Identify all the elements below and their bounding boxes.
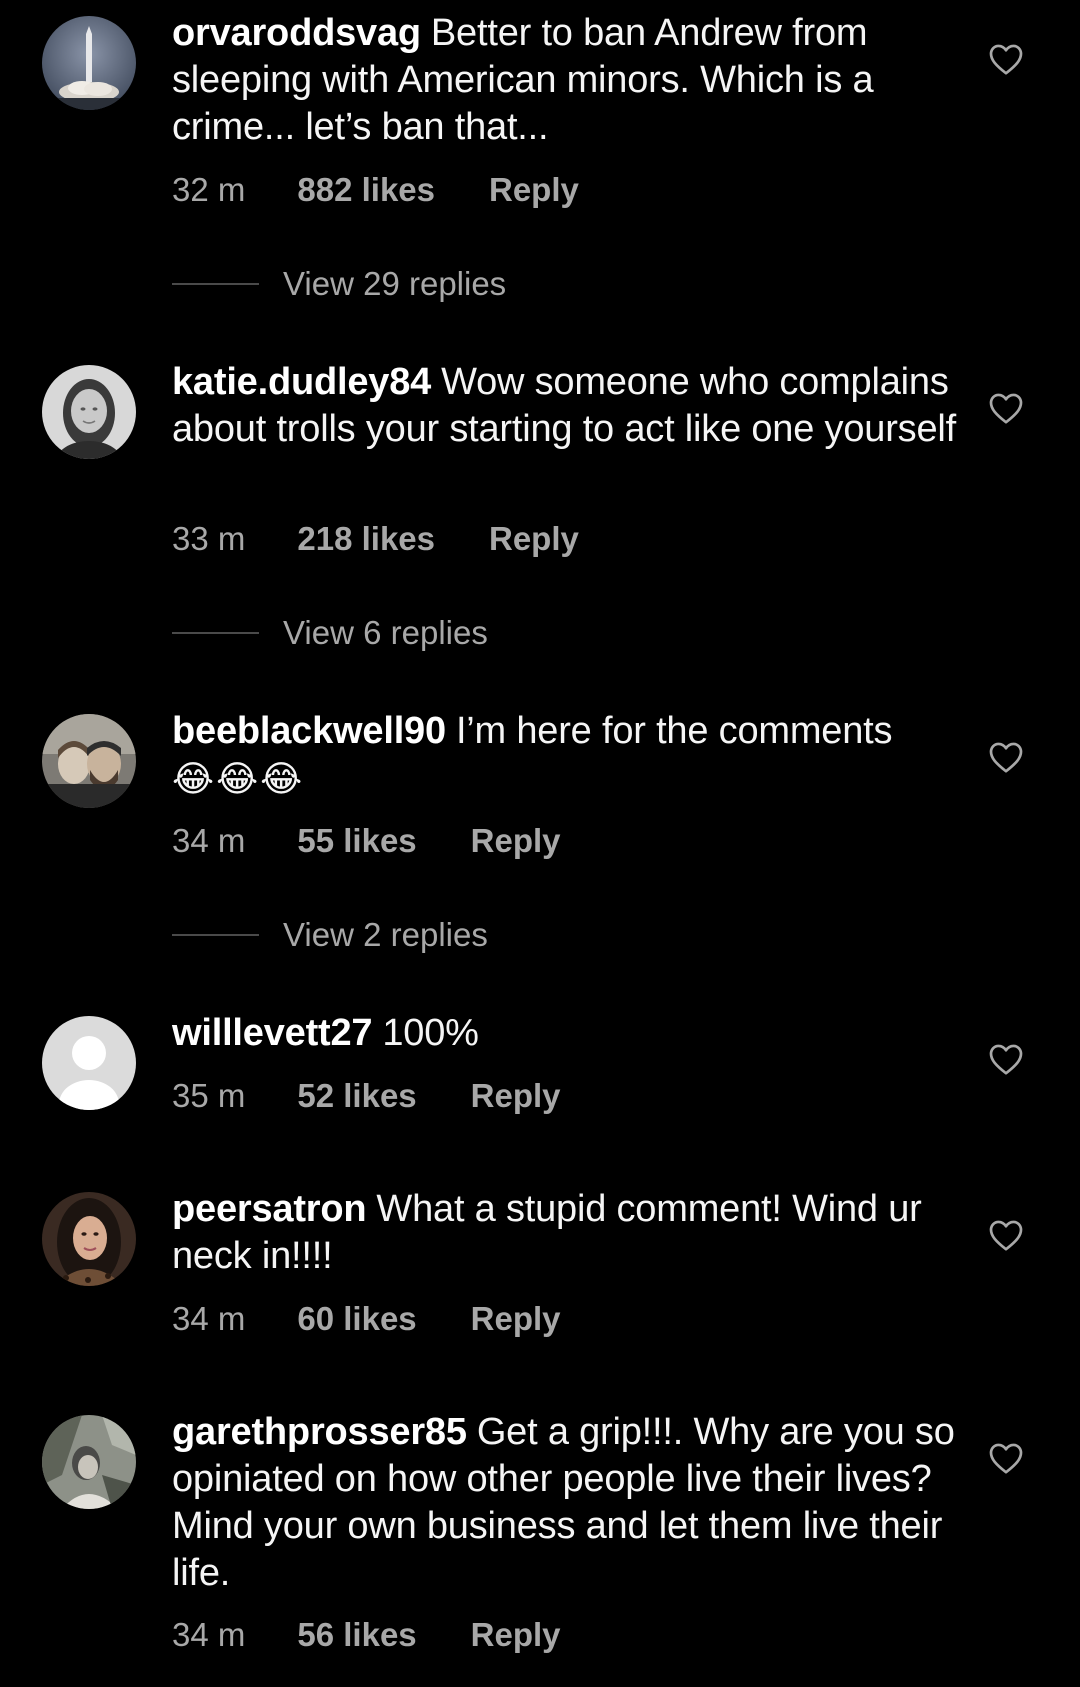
comment-username[interactable]: peersatron <box>172 1188 367 1230</box>
view-replies-label: View 2 replies <box>283 916 488 953</box>
reply-button[interactable]: Reply <box>489 519 579 559</box>
comment-likes[interactable]: 218 likes <box>297 519 435 559</box>
heart-icon[interactable] <box>988 42 1024 76</box>
view-replies-button[interactable]: View 6 replies <box>172 613 488 653</box>
avatar[interactable] <box>42 1016 136 1110</box>
view-replies-label: View 29 replies <box>283 265 507 302</box>
heart-icon[interactable] <box>988 1218 1024 1252</box>
comment-emoji: 😂😂😂 <box>172 758 305 799</box>
comment-likes[interactable]: 52 likes <box>297 1076 416 1116</box>
comment-text: 100% <box>382 1012 479 1054</box>
replies-divider-line <box>172 283 259 286</box>
comment-username[interactable]: beeblackwell90 <box>172 710 446 752</box>
comment-time: 34 m <box>172 822 246 859</box>
comment-likes[interactable]: 56 likes <box>297 1615 416 1655</box>
avatar[interactable] <box>42 714 136 808</box>
heart-icon[interactable] <box>988 1441 1024 1475</box>
avatar[interactable] <box>42 16 136 110</box>
comment-likes[interactable]: 55 likes <box>297 821 416 861</box>
avatar[interactable] <box>42 1192 136 1286</box>
comment-username[interactable]: katie.dudley84 <box>172 361 431 403</box>
comment-time: 33 m <box>172 520 246 557</box>
reply-button[interactable]: Reply <box>471 1299 561 1339</box>
comment-time: 35 m <box>172 1077 246 1114</box>
comment-time: 34 m <box>172 1616 246 1653</box>
comment-time: 32 m <box>172 171 246 208</box>
reply-button[interactable]: Reply <box>489 170 579 210</box>
comment-time: 34 m <box>172 1300 246 1337</box>
reply-button[interactable]: Reply <box>471 1076 561 1116</box>
comment-likes[interactable]: 882 likes <box>297 170 435 210</box>
view-replies-button[interactable]: View 29 replies <box>172 264 506 304</box>
replies-divider-line <box>172 632 259 635</box>
comment-username[interactable]: willlevett27 <box>172 1012 373 1054</box>
comment-username[interactable]: orvaroddsvag <box>172 12 421 54</box>
heart-icon[interactable] <box>988 391 1024 425</box>
comment-likes[interactable]: 60 likes <box>297 1299 416 1339</box>
replies-divider-line <box>172 934 259 937</box>
heart-icon[interactable] <box>988 1042 1024 1076</box>
comment-text: I’m here for the comments <box>455 710 893 752</box>
reply-button[interactable]: Reply <box>471 821 561 861</box>
view-replies-label: View 6 replies <box>283 614 488 651</box>
comment-username[interactable]: garethprosser85 <box>172 1411 467 1453</box>
avatar[interactable] <box>42 365 136 459</box>
reply-button[interactable]: Reply <box>471 1615 561 1655</box>
avatar[interactable] <box>42 1415 136 1509</box>
view-replies-button[interactable]: View 2 replies <box>172 915 488 955</box>
heart-icon[interactable] <box>988 740 1024 774</box>
